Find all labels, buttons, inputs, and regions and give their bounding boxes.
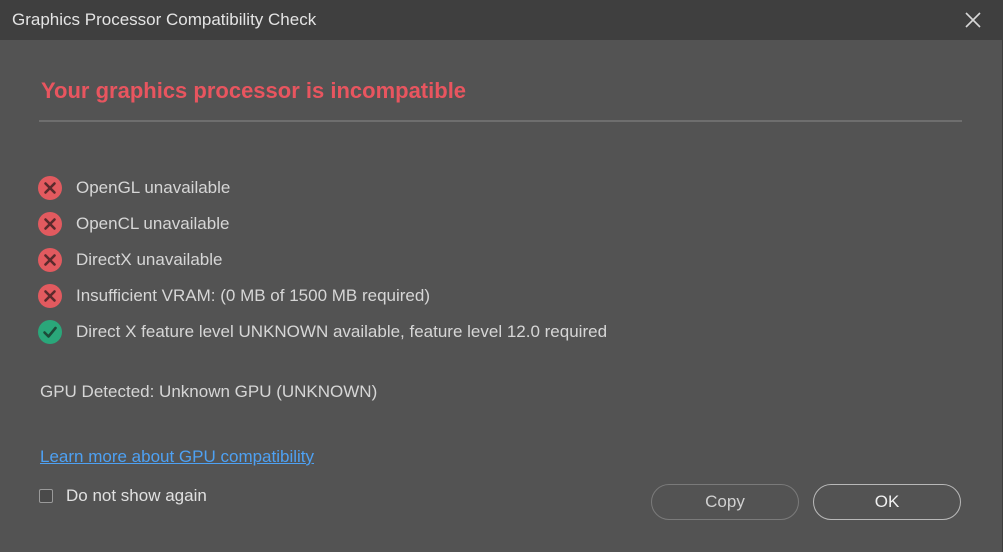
check-item-feature-level: Direct X feature level UNKNOWN available… — [38, 314, 607, 350]
check-item-opengl: OpenGL unavailable — [38, 170, 607, 206]
check-item-vram: Insufficient VRAM: (0 MB of 1500 MB requ… — [38, 278, 607, 314]
gpu-compatibility-dialog: Graphics Processor Compatibility Check Y… — [0, 0, 1003, 552]
close-button[interactable] — [959, 6, 987, 34]
check-label: OpenCL unavailable — [76, 214, 230, 233]
do-not-show-again-label: Do not show again — [66, 486, 207, 505]
x-circle-icon — [38, 176, 62, 200]
window-title: Graphics Processor Compatibility Check — [12, 10, 317, 29]
check-item-directx: DirectX unavailable — [38, 242, 607, 278]
x-circle-icon — [38, 284, 62, 308]
compatibility-check-list: OpenGL unavailable OpenCL unavailable Di… — [38, 170, 607, 350]
learn-more-link[interactable]: Learn more about GPU compatibility — [40, 447, 314, 467]
ok-button[interactable]: OK — [813, 484, 961, 520]
check-label: Insufficient VRAM: (0 MB of 1500 MB requ… — [76, 286, 431, 305]
check-label: Direct X feature level UNKNOWN available… — [76, 322, 608, 341]
gpu-detected-text: GPU Detected: Unknown GPU (UNKNOWN) — [40, 382, 378, 401]
do-not-show-again-checkbox[interactable]: Do not show again — [39, 486, 207, 506]
copy-button[interactable]: Copy — [651, 484, 799, 520]
page-title: Your graphics processor is incompatible — [41, 78, 467, 103]
check-label: DirectX unavailable — [76, 250, 223, 269]
check-item-opencl: OpenCL unavailable — [38, 206, 607, 242]
title-bar: Graphics Processor Compatibility Check — [0, 0, 1003, 40]
x-circle-icon — [38, 248, 62, 272]
x-circle-icon — [38, 212, 62, 236]
close-icon — [965, 12, 981, 28]
check-label: OpenGL unavailable — [76, 178, 231, 197]
check-circle-icon — [38, 320, 62, 344]
checkbox-box[interactable] — [39, 489, 53, 503]
divider — [39, 120, 962, 122]
